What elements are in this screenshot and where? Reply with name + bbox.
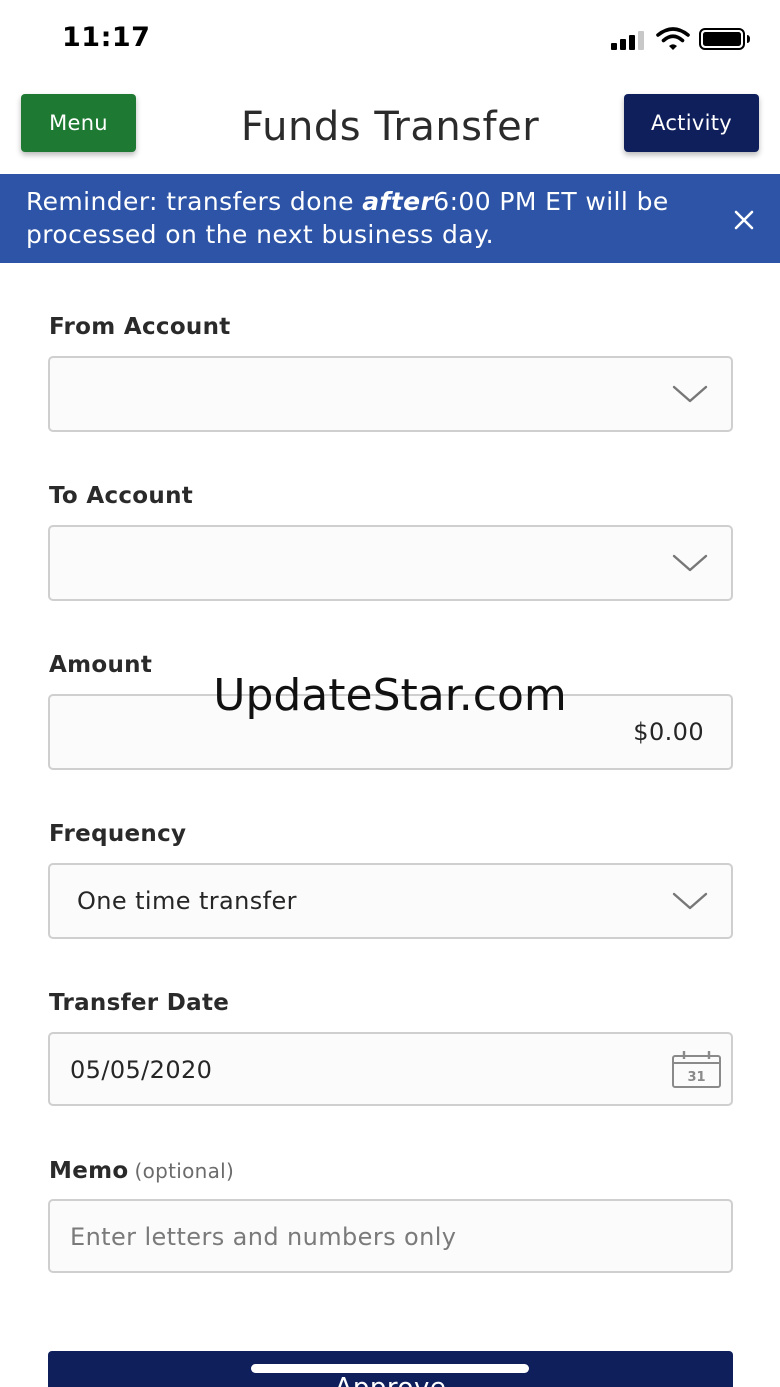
- status-bar: 11:17: [0, 0, 780, 80]
- frequency-select[interactable]: One time transfer: [48, 863, 733, 939]
- battery-icon: [699, 28, 750, 50]
- memo-optional-text: (optional): [134, 1159, 235, 1183]
- calendar-icon[interactable]: 31: [671, 1050, 723, 1090]
- close-icon[interactable]: [730, 206, 758, 234]
- memo-label: Memo (optional): [49, 1158, 234, 1184]
- from-account-label: From Account: [49, 314, 231, 340]
- reminder-text-emphasis: after: [362, 187, 434, 216]
- status-time: 11:17: [62, 22, 151, 53]
- frequency-label: Frequency: [49, 821, 187, 847]
- app-header: Menu Funds Transfer Activity: [0, 80, 780, 174]
- to-account-label: To Account: [49, 483, 194, 509]
- from-account-select[interactable]: [48, 356, 733, 432]
- activity-button[interactable]: Activity: [624, 94, 759, 152]
- chevron-down-icon: [672, 554, 708, 572]
- calendar-day-text: 31: [687, 1070, 705, 1085]
- transfer-date-value: 05/05/2020: [70, 1056, 213, 1084]
- reminder-text-start: Reminder: transfers done: [26, 187, 363, 216]
- memo-label-text: Memo: [49, 1158, 129, 1184]
- cellular-signal-icon: [611, 30, 647, 50]
- transfer-date-input[interactable]: 05/05/2020 31: [48, 1032, 733, 1106]
- memo-placeholder: Enter letters and numbers only: [70, 1223, 457, 1251]
- memo-input[interactable]: Enter letters and numbers only: [48, 1199, 733, 1273]
- chevron-down-icon: [672, 385, 708, 403]
- to-account-select[interactable]: [48, 525, 733, 601]
- amount-value: $0.00: [633, 718, 704, 746]
- watermark: UpdateStar.com: [213, 670, 567, 721]
- frequency-value: One time transfer: [77, 887, 297, 915]
- transfer-date-label: Transfer Date: [49, 990, 230, 1016]
- reminder-banner: Reminder: transfers done after6:00 PM ET…: [0, 174, 780, 263]
- chevron-down-icon: [672, 892, 708, 910]
- wifi-icon: [656, 27, 690, 50]
- reminder-text: Reminder: transfers done after6:00 PM ET…: [26, 185, 716, 251]
- home-indicator: [251, 1364, 529, 1373]
